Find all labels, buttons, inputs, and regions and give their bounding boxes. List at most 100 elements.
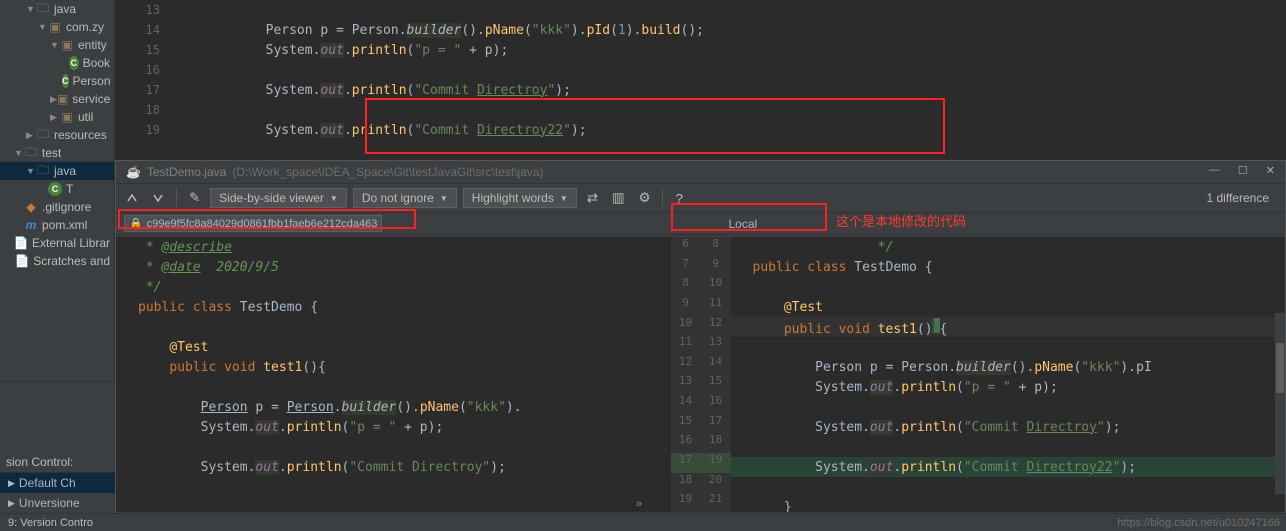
tree-label: util <box>78 110 93 124</box>
diff-code-line[interactable]: */ <box>126 280 161 295</box>
prev-diff-button[interactable] <box>122 190 142 206</box>
line-number: 18 <box>115 103 175 117</box>
diff-left-header: 🔒 c99e9f5fc8a84029d0861fbb1faeb6e212cda4… <box>116 213 701 235</box>
code-line[interactable]: System.out.println("p = " + p); <box>183 43 508 58</box>
diff-code-line[interactable]: * @describe <box>126 240 232 255</box>
minimize-button[interactable]: — <box>1209 164 1220 177</box>
version-control-panel[interactable]: sion Control: ▶Default Ch▶Unversione <box>0 381 115 513</box>
expand-icon[interactable]: » <box>636 498 642 510</box>
left-line-num: 14 <box>671 394 701 414</box>
main-editor[interactable]: 13 14 Person p = Person.builder().pName(… <box>115 0 1286 160</box>
code-line[interactable]: System.out.println("Commit Directroy22")… <box>183 123 587 138</box>
code-line[interactable] <box>183 3 266 18</box>
diff-code-line[interactable]: Person p = Person.builder().pName("kkk")… <box>126 400 522 415</box>
tree-item-test[interactable]: ▼🗀test <box>0 144 114 162</box>
diff-code-line[interactable]: * @date 2020/9/5 <box>126 260 279 275</box>
diff-code-line[interactable]: System.out.println("Commit Directroy"); <box>741 420 1121 435</box>
class-icon: C <box>69 56 79 70</box>
tree-label: .gitignore <box>42 200 91 214</box>
tree-item-resources[interactable]: ▶🗀resources <box>0 126 114 144</box>
tree-item-java[interactable]: ▼🗀 java <box>0 162 114 180</box>
tree-item-util[interactable]: ▶▣util <box>0 108 114 126</box>
viewer-mode-dropdown[interactable]: Side-by-side viewer▼ <box>210 188 347 208</box>
vc-item-label: Unversione <box>19 496 80 510</box>
vc-changelist-item[interactable]: ▶Default Ch <box>0 473 115 493</box>
code-line[interactable] <box>183 63 266 78</box>
diff-code-line[interactable]: System.out.println("Commit Directroy"); <box>126 460 506 475</box>
left-line-num: 6 <box>671 237 701 257</box>
tree-item-external-librar[interactable]: 📄External Librar <box>0 234 114 252</box>
tree-item--gitignore[interactable]: ◆.gitignore <box>0 198 114 216</box>
right-line-num: 15 <box>701 374 731 394</box>
diff-code-line[interactable]: System.out.println("p = " + p); <box>741 380 1058 395</box>
tree-label: java <box>54 164 76 178</box>
tree-label: T <box>66 182 73 196</box>
right-line-num: 14 <box>701 355 731 375</box>
tree-item-scratches-and[interactable]: 📄Scratches and <box>0 252 114 270</box>
diff-code-line[interactable]: */ <box>741 240 894 255</box>
diff-code-line[interactable]: } <box>741 500 792 513</box>
file-icon: 📄 <box>14 236 28 250</box>
code-line[interactable]: System.out.println("Commit Directroy"); <box>183 83 571 98</box>
left-line-num: 12 <box>671 355 701 375</box>
diff-code-line[interactable]: public class TestDemo { <box>741 260 933 275</box>
ignore-dropdown[interactable]: Do not ignore▼ <box>353 188 457 208</box>
tree-item-java[interactable]: ▼🗀java <box>0 0 114 18</box>
status-bar-tab[interactable]: 9: Version Contro <box>8 517 93 529</box>
tree-arrow-icon: ▼ <box>26 4 36 14</box>
help-button[interactable]: ? <box>671 189 686 208</box>
diff-title-bar[interactable]: ☕ TestDemo.java (D:\Work_space\IDEA_Spac… <box>116 161 1285 184</box>
diff-code-line[interactable]: @Test <box>741 300 823 315</box>
diff-right-pane[interactable]: */ public class TestDemo { @Test public v… <box>731 237 1286 512</box>
line-number: 15 <box>115 43 175 57</box>
diff-center-gutter: 6879810911101211131214131514161517161817… <box>671 237 731 512</box>
diff-toolbar: ✎ Side-by-side viewer▼ Do not ignore▼ Hi… <box>116 184 1285 213</box>
tree-item-t[interactable]: CT <box>0 180 114 198</box>
diff-code-line[interactable]: @Test <box>126 340 208 355</box>
right-line-num: 13 <box>701 335 731 355</box>
tree-item-service[interactable]: ▶▣service <box>0 90 114 108</box>
code-line[interactable]: Person p = Person.builder().pName("kkk")… <box>183 23 704 38</box>
sync-scroll-button[interactable]: ▥ <box>608 188 629 208</box>
right-line-num: 8 <box>701 237 731 257</box>
edit-button[interactable]: ✎ <box>185 188 204 208</box>
next-diff-button[interactable] <box>148 190 168 206</box>
right-line-num: 19 <box>701 453 731 473</box>
tree-item-entity[interactable]: ▼▣entity <box>0 36 114 54</box>
diff-left-pane[interactable]: * @describe * @date 2020/9/5 */ public cl… <box>116 237 671 512</box>
scrollbar-thumb[interactable] <box>1276 343 1284 393</box>
maximize-button[interactable]: ☐ <box>1238 164 1248 177</box>
right-line-num: 10 <box>701 276 731 296</box>
tree-label: Scratches and <box>33 254 110 268</box>
diff-code-line[interactable]: public void test1(){ <box>126 360 326 375</box>
tree-arrow-icon: ▼ <box>26 166 36 176</box>
code-line[interactable] <box>183 103 266 118</box>
tree-item-person[interactable]: C Person <box>0 72 114 90</box>
tree-arrow-icon: ▶ <box>50 94 57 105</box>
readonly-badge: 🔒 c99e9f5fc8a84029d0861fbb1faeb6e212cda4… <box>124 215 382 232</box>
diff-code-line[interactable]: System.out.println("p = " + p); <box>126 420 443 435</box>
line-number: 17 <box>115 83 175 97</box>
highlight-dropdown[interactable]: Highlight words▼ <box>463 188 577 208</box>
status-bar: 9: Version Contro <box>0 513 1286 531</box>
tree-label: Person <box>73 74 111 88</box>
tree-item-book[interactable]: C Book <box>0 54 114 72</box>
collapse-button[interactable]: ⇄ <box>583 188 602 208</box>
folder-icon: 🗀 <box>36 164 50 178</box>
vc-changelist-item[interactable]: ▶Unversione <box>0 493 115 513</box>
scrollbar[interactable] <box>1275 313 1285 494</box>
left-line-num: 13 <box>671 374 701 394</box>
class-icon: C <box>62 74 69 88</box>
tree-item-com-zy[interactable]: ▼▣com.zy <box>0 18 114 36</box>
diff-code-line[interactable]: Person p = Person.builder().pName("kkk")… <box>741 360 1152 375</box>
left-revision-hash: c99e9f5fc8a84029d0861fbb1faeb6e212cda463 <box>147 218 378 230</box>
close-button[interactable]: ✕ <box>1266 164 1275 177</box>
diff-code-line[interactable]: public void test1(){ <box>741 318 948 337</box>
diff-code-line[interactable]: System.out.println("Commit Directroy22")… <box>741 460 1137 475</box>
settings-button[interactable]: ⚙ <box>635 188 655 208</box>
tree-item-pom-xml[interactable]: mpom.xml <box>0 216 114 234</box>
package-icon: ▣ <box>60 110 74 124</box>
folder-icon: 🗀 <box>36 2 50 16</box>
diff-code-line[interactable]: public class TestDemo { <box>126 300 318 315</box>
tree-label: Book <box>83 56 110 70</box>
